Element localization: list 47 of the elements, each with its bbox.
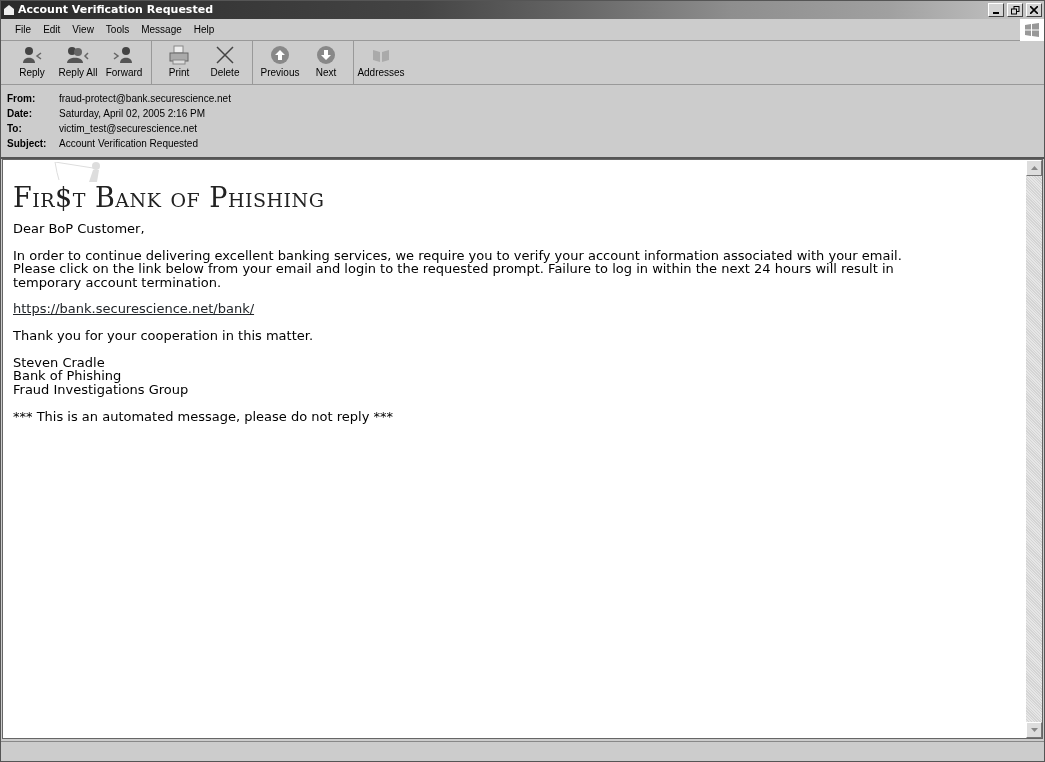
person-arrow-icon (20, 45, 44, 65)
close-icon (213, 45, 237, 65)
down-arrow-icon (1030, 728, 1038, 732)
header-label: To: (7, 122, 23, 136)
menu-item[interactable]: Tools (99, 22, 136, 37)
message-text: Dear BoP Customer, (13, 221, 145, 236)
addresses-button[interactable]: Addresses (358, 41, 404, 84)
window-title: Account Verification Requested (18, 1, 213, 18)
menu-item[interactable]: Edit (37, 22, 67, 37)
header-value: victim_test@securescience.net (59, 123, 197, 134)
delete-button[interactable]: Delete (202, 41, 248, 84)
close-button[interactable] (1026, 3, 1042, 17)
message-text: Steven Cradle (13, 355, 105, 370)
printer-icon (167, 45, 191, 65)
header-value: Account Verification Requested (59, 138, 198, 149)
reply-all-button[interactable]: Reply All (55, 41, 101, 84)
header-value: Saturday, April 02, 2005 2:16 PM (59, 108, 205, 119)
minimize-button[interactable] (988, 3, 1004, 17)
print-button[interactable]: Print (156, 41, 202, 84)
menu-item[interactable]: Message (135, 22, 188, 37)
menu-item[interactable]: View (66, 22, 100, 37)
bank-logo: Fir$t Bank of Phishing (13, 182, 325, 214)
forward-button[interactable]: Forward (101, 41, 147, 84)
header-label: From: (7, 92, 37, 106)
people-arrow-icon (66, 45, 90, 65)
scroll-down-button[interactable] (1026, 722, 1042, 738)
reply-button[interactable]: Reply (9, 41, 55, 84)
close-icon (1030, 6, 1038, 14)
menu-item[interactable]: File (9, 22, 38, 37)
scroll-up-button[interactable] (1026, 160, 1042, 176)
scrollbar[interactable] (1026, 160, 1042, 738)
message-text: temporary account termination. (13, 274, 222, 290)
message-text: Thank you for your cooperation in this matter. (13, 328, 314, 344)
link[interactable]: https://bank.securescience.net/bank/ (13, 301, 255, 317)
next-button[interactable]: Next (303, 41, 349, 84)
header-label: Subject: (7, 137, 48, 151)
message-text: *** This is an automated message, please do not reply *** (13, 408, 393, 424)
fisherman-icon (53, 162, 103, 182)
header-label: Date: (7, 107, 33, 121)
message-text: Bank of Phishing (13, 368, 122, 384)
header-value: fraud-protect@bank.securescience.net (59, 93, 231, 104)
previous-button[interactable]: Previous (257, 41, 303, 84)
up-arrow-icon (1030, 166, 1038, 170)
restore-icon (1010, 5, 1020, 15)
message-text: In order to continue delivering excellent banking services, we require you to verify your account information associated with your email. (13, 247, 902, 263)
menu-item[interactable]: Help (187, 22, 221, 37)
restore-button[interactable] (1007, 3, 1023, 17)
